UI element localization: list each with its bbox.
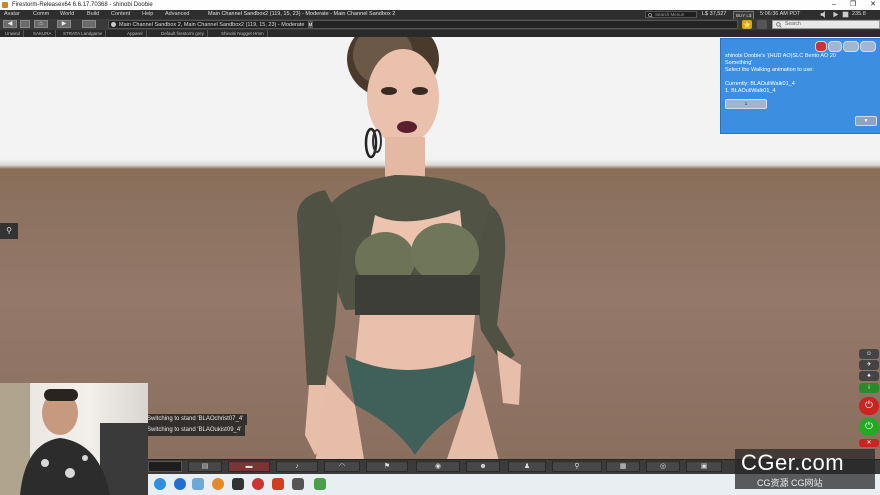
menu-bar: Avatar Comm World Build Content Help Adv… (0, 10, 880, 20)
minimap-icon[interactable]: ◎ (646, 461, 680, 472)
hud-text-line: Currently: BLAOuliWalk01_4 (725, 81, 795, 87)
menu-build[interactable]: Build (87, 10, 99, 19)
gestures-icon[interactable]: ◠ (324, 461, 360, 472)
window-controls: – ❐ ✕ (832, 0, 876, 10)
location-options-icon[interactable] (757, 20, 767, 29)
channel-info: Main Channel Sandbox2 (119, 15, 23) - Mo… (208, 11, 396, 17)
power-icon[interactable]: ⏻ (859, 397, 879, 415)
navigation-bar: ◀ ⌂ ▶ Main Channel Sandbox 2, Main Chann… (0, 19, 880, 30)
forward-button[interactable]: ▶ (57, 20, 71, 28)
watermark-subtext: CG资源 CG网站 (757, 478, 823, 488)
fps-readout: 235.8 (852, 11, 866, 17)
hud-dialog[interactable]: shinobi Doobie's '(HUD AO)SLC Bento AO 2… (720, 38, 880, 134)
search-input[interactable]: Search (772, 20, 880, 29)
outfit-icon[interactable]: ♟ (508, 461, 546, 472)
close-window-button[interactable]: ✕ (870, 0, 876, 10)
move-icon[interactable]: ⚑ (366, 461, 408, 472)
hud-button-1[interactable] (828, 41, 842, 52)
hud-button-3[interactable] (860, 41, 876, 52)
snapshot-icon[interactable]: ▣ (686, 461, 722, 472)
people-icon[interactable]: ☻ (466, 461, 500, 472)
speak-icon[interactable]: ▬ (228, 461, 270, 472)
sit-icon[interactable]: ♠ (859, 371, 879, 381)
hud-text-line: Select the Walking animation to use: (725, 67, 814, 73)
location-pin-icon (111, 22, 116, 27)
location-text: Main Channel Sandbox 2, Main Channel San… (119, 22, 305, 28)
linden-balance: L$ 37,527 (702, 11, 727, 17)
back-history-button[interactable] (20, 20, 30, 28)
favorite-item[interactable]: STRATA Landgame (60, 30, 107, 37)
app-icon-red[interactable] (272, 478, 284, 490)
speaker-icon[interactable] (820, 11, 827, 18)
hud-text-line: 1. BLAOuliWalk01_4 (725, 88, 776, 94)
search-icon (648, 13, 653, 18)
favorite-item[interactable]: Apparel (124, 30, 147, 37)
record-icon[interactable] (252, 478, 264, 490)
map-icon[interactable]: ▦ (606, 461, 640, 472)
minimize-button[interactable]: – (832, 0, 836, 10)
menu-avatar[interactable]: Avatar (4, 10, 20, 19)
hud-button-2[interactable] (843, 41, 859, 52)
refresh-button[interactable] (82, 20, 96, 28)
search-toolbar-icon[interactable]: ⚲ (552, 461, 602, 472)
menu-comm[interactable]: Comm (33, 10, 49, 19)
window-title-bar: Firestorm-Releasex64 6.6.17.70368 - shin… (0, 0, 880, 10)
fly-icon[interactable]: ✈ (859, 360, 879, 370)
search-icon (776, 22, 782, 28)
menu-advanced[interactable]: Advanced (165, 10, 189, 19)
maturity-badge: M (307, 21, 314, 28)
browser-icon[interactable] (174, 478, 186, 490)
terminal-icon[interactable] (232, 478, 244, 490)
search-placeholder: Search (785, 21, 801, 27)
watermark-logo-text: CGer.com (741, 450, 845, 475)
blender-icon[interactable] (212, 478, 224, 490)
maximize-button[interactable]: ❐ (850, 0, 856, 10)
info-icon[interactable]: i (859, 383, 879, 393)
hud-logo-icon (815, 41, 827, 52)
favorite-item[interactable]: Default firestorm grey (158, 30, 209, 37)
hud-text-line: shinobi Doobie's '(HUD AO)SLC Bento AO 2… (725, 53, 836, 59)
search-menus-input[interactable]: Search Menus (645, 11, 697, 18)
star-icon (742, 20, 752, 29)
search-menus-placeholder: Search Menus (655, 12, 685, 17)
app-icon-dark[interactable] (292, 478, 304, 490)
walk-select-button[interactable]: 1 (725, 99, 767, 109)
favorites-bar: Unwind SAKURA STRATA Landgame Apparel De… (0, 30, 880, 37)
chat-input[interactable] (148, 461, 182, 472)
stand-icon[interactable]: ☺ (859, 349, 879, 359)
view-icon[interactable]: ◉ (416, 461, 460, 472)
streamer-webcam-image (0, 383, 148, 495)
home-button[interactable]: ⌂ (34, 20, 48, 28)
voice-icon[interactable]: ♪ (276, 461, 318, 472)
chat-line: Switching to stand 'BLAOukist09_4' (143, 425, 246, 436)
avatar-figure (297, 37, 521, 459)
back-button[interactable]: ◀ (3, 20, 17, 28)
watermark: CGer.com CG资源 CG网站 (735, 449, 875, 489)
edge-icon[interactable] (154, 478, 166, 490)
webcam-overlay (0, 383, 148, 495)
media-icon[interactable] (832, 11, 839, 18)
window-title: Firestorm-Releasex64 6.6.17.70368 - shin… (12, 2, 153, 8)
favorite-item[interactable]: SAKURA (30, 30, 56, 37)
inventory-icon[interactable]: ▤ (188, 461, 222, 472)
favorite-item[interactable]: Shinobi Nugget Hmm (218, 30, 268, 37)
menu-content[interactable]: Content (111, 10, 130, 19)
close-icon[interactable]: ✕ (859, 439, 879, 447)
app-icon (2, 2, 8, 8)
location-input[interactable]: Main Channel Sandbox 2, Main Channel San… (108, 20, 738, 29)
clock: 5:06:36 AM PDT (760, 11, 801, 17)
hud-text-line: Something' (725, 60, 753, 66)
chat-line: Switching to stand 'BLAOchrist07_4' (143, 414, 248, 425)
power-icon-2[interactable]: ⏻ (859, 418, 879, 436)
favorite-item[interactable]: Unwind (2, 30, 25, 37)
photos-icon[interactable] (192, 478, 204, 490)
map-pin-icon[interactable]: ⚲ (0, 223, 18, 239)
dialog-options-button[interactable]: ▼ (855, 116, 877, 126)
app-icon-green[interactable] (314, 478, 326, 490)
stop-icon[interactable] (842, 11, 849, 18)
menu-help[interactable]: Help (142, 10, 153, 19)
menu-world[interactable]: World (60, 10, 74, 19)
